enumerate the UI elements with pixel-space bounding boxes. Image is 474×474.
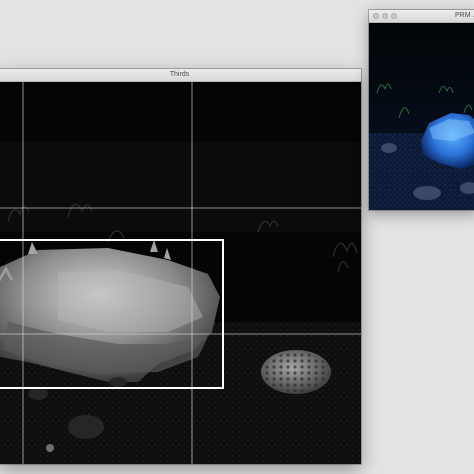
thirds-window-title: Thirds xyxy=(169,71,190,78)
prm-window[interactable]: PRM ... xyxy=(369,10,474,210)
thirds-scene xyxy=(0,82,361,464)
prm-scene xyxy=(369,23,474,210)
porous-stone xyxy=(261,350,331,394)
close-button[interactable] xyxy=(373,13,379,19)
thirds-window-titlebar[interactable]: Thirds xyxy=(0,69,361,82)
prm-image-view[interactable] xyxy=(369,23,474,210)
desktop: Thirds PRM xyxy=(0,0,474,474)
thirds-image-view[interactable] xyxy=(0,82,361,464)
prm-window-title: PRM ... xyxy=(455,12,474,19)
minimize-button[interactable] xyxy=(382,13,388,19)
zoom-button[interactable] xyxy=(391,13,397,19)
prm-window-titlebar[interactable]: PRM ... xyxy=(369,10,474,23)
thirds-window[interactable]: Thirds xyxy=(0,69,361,464)
